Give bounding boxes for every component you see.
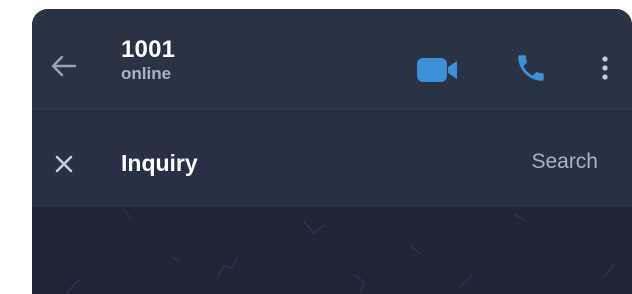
chat-window: 1001 online Inquiry Search xyxy=(32,9,632,294)
chat-status: online xyxy=(121,64,172,83)
video-camera-icon xyxy=(417,58,457,82)
back-button[interactable] xyxy=(49,51,79,81)
more-options-button[interactable] xyxy=(598,51,612,85)
video-call-button[interactable] xyxy=(415,55,463,85)
close-search-button[interactable] xyxy=(52,152,76,176)
chat-title-block[interactable]: 1001 online xyxy=(121,37,175,84)
background-pattern xyxy=(66,210,615,293)
arrow-left-icon xyxy=(51,55,77,77)
more-vertical-icon xyxy=(602,56,608,80)
search-bar: Search xyxy=(32,111,632,208)
voice-call-button[interactable] xyxy=(514,51,548,85)
close-icon xyxy=(55,155,73,173)
search-input[interactable] xyxy=(121,148,501,178)
chat-title: 1001 xyxy=(121,36,176,63)
phone-icon xyxy=(518,55,544,81)
search-button[interactable]: Search xyxy=(531,150,598,174)
chat-header: 1001 online xyxy=(32,9,632,111)
chat-background xyxy=(32,207,632,294)
